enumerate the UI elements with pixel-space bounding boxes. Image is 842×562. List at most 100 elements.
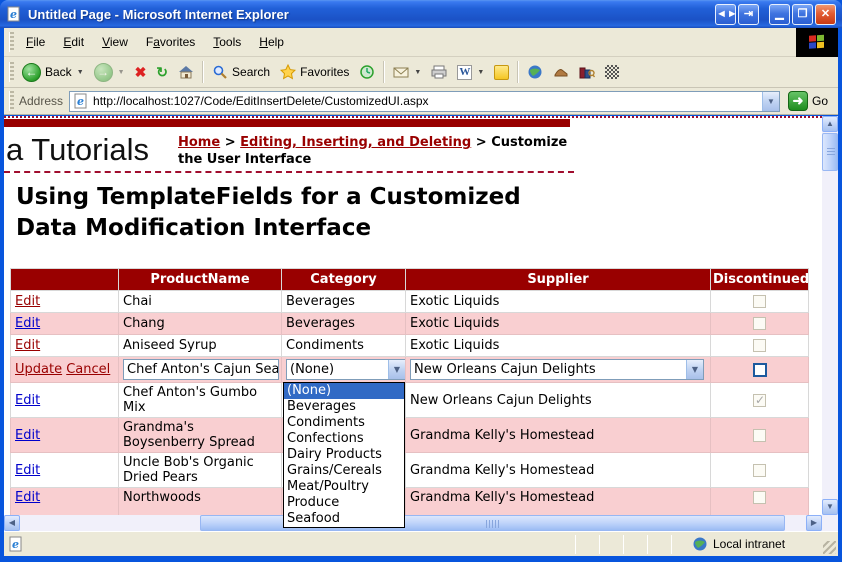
scroll-up-button[interactable]: ▲ bbox=[822, 116, 838, 132]
header-productname: ProductName bbox=[119, 269, 282, 291]
tile-window-button[interactable]: ◄► bbox=[715, 4, 736, 25]
header-category: Category bbox=[282, 269, 406, 291]
messenger-button[interactable] bbox=[489, 62, 514, 83]
back-dropdown-icon[interactable]: ▼ bbox=[77, 69, 84, 76]
supplier-select-value: New Orleans Cajun Delights bbox=[411, 362, 686, 377]
scroll-right-button[interactable]: ▶ bbox=[806, 515, 822, 531]
status-pane bbox=[600, 535, 623, 554]
category-select-dropdown-icon[interactable]: ▼ bbox=[388, 360, 405, 379]
menu-view[interactable]: View bbox=[93, 31, 137, 53]
address-bar: Address e http://localhost:1027/Code/Edi… bbox=[4, 88, 838, 115]
address-url: http://localhost:1027/Code/EditInsertDel… bbox=[93, 94, 762, 108]
favorites-button[interactable]: Favorites bbox=[275, 61, 354, 83]
title-bar: e Untitled Page - Microsoft Internet Exp… bbox=[0, 0, 842, 28]
dropdown-option[interactable]: Condiments bbox=[284, 415, 404, 431]
dropdown-option[interactable]: (None) bbox=[284, 383, 404, 399]
mail-dropdown-icon[interactable]: ▼ bbox=[414, 69, 421, 76]
web-discussion-button[interactable] bbox=[522, 61, 548, 83]
close-button[interactable]: ✕ bbox=[815, 4, 836, 25]
dropdown-option[interactable]: Produce bbox=[284, 495, 404, 511]
back-button[interactable]: ← Back ▼ bbox=[17, 60, 89, 85]
dropdown-option[interactable]: Confections bbox=[284, 431, 404, 447]
edit-with-word-button[interactable]: W ▼ bbox=[452, 62, 489, 83]
dropdown-option[interactable]: Seafood bbox=[284, 511, 404, 527]
header-discontinued: Discontinued bbox=[711, 269, 809, 291]
breadcrumb-section-link[interactable]: Editing, Inserting, and Deleting bbox=[240, 135, 471, 150]
toolbar-separator bbox=[383, 61, 385, 83]
supplier-cell: Exotic Liquids bbox=[406, 291, 711, 313]
security-zone-label: Local intranet bbox=[713, 537, 785, 551]
go-button[interactable]: ➜ Go bbox=[780, 91, 836, 111]
category-cell: Condiments bbox=[282, 335, 406, 357]
home-icon bbox=[178, 64, 194, 80]
product-cell: Grandma's Boysenberry Spread bbox=[119, 418, 282, 453]
table-row: Edit Grandma's Boysenberry Spread Grandm… bbox=[11, 418, 809, 453]
maximize-button[interactable]: ❐ bbox=[792, 4, 813, 25]
edit-link[interactable]: Edit bbox=[15, 338, 40, 353]
edit-link[interactable]: Edit bbox=[15, 428, 40, 443]
menu-file[interactable]: File bbox=[17, 31, 54, 53]
edit-link[interactable]: Edit bbox=[15, 393, 40, 408]
print-button[interactable] bbox=[426, 61, 452, 83]
messenger-blocks-button[interactable] bbox=[600, 62, 624, 82]
menu-favorites[interactable]: Favorites bbox=[137, 31, 204, 53]
edit-dropdown-icon[interactable]: ▼ bbox=[477, 69, 484, 76]
standard-toolbar: ← Back ▼ → ▼ ✖ ↻ Search bbox=[4, 57, 838, 88]
top-dotted-rule bbox=[4, 116, 822, 118]
mail-button[interactable]: ▼ bbox=[388, 61, 426, 83]
resize-grip[interactable] bbox=[823, 541, 836, 554]
dropdown-option[interactable]: Beverages bbox=[284, 399, 404, 415]
menu-edit[interactable]: Edit bbox=[54, 31, 93, 53]
cancel-link[interactable]: Cancel bbox=[66, 362, 110, 377]
forward-button[interactable]: → ▼ bbox=[89, 60, 130, 85]
vertical-scrollbar-thumb[interactable] bbox=[822, 133, 838, 171]
forward-icon: → bbox=[94, 63, 113, 82]
supplier-select[interactable]: New Orleans Cajun Delights ▼ bbox=[410, 359, 704, 380]
supplier-cell: New Orleans Cajun Delights bbox=[406, 383, 711, 418]
edit-link[interactable]: Edit bbox=[15, 294, 40, 309]
dropdown-option[interactable]: Dairy Products bbox=[284, 447, 404, 463]
scroll-down-button[interactable]: ▼ bbox=[822, 499, 838, 515]
menu-help[interactable]: Help bbox=[250, 31, 293, 53]
address-grip[interactable] bbox=[9, 91, 14, 111]
search-button[interactable]: Search bbox=[207, 61, 275, 83]
supplier-cell: Grandma Kelly's Homestead bbox=[406, 453, 711, 488]
edit-link[interactable]: Edit bbox=[15, 463, 40, 478]
toolbar-grip[interactable] bbox=[9, 62, 14, 82]
address-dropdown-button[interactable]: ▼ bbox=[762, 92, 779, 111]
edit-link[interactable]: Edit bbox=[15, 316, 40, 331]
browser-window: e Untitled Page - Microsoft Internet Exp… bbox=[0, 0, 842, 562]
breadcrumb-home-link[interactable]: Home bbox=[178, 135, 220, 150]
toolbar-separator bbox=[517, 61, 519, 83]
search-icon bbox=[212, 64, 228, 80]
supplier-select-dropdown-icon[interactable]: ▼ bbox=[686, 360, 703, 379]
print-icon bbox=[431, 64, 447, 80]
scroll-left-button[interactable]: ◀ bbox=[4, 515, 20, 531]
dropdown-option[interactable]: Grains/Cereals bbox=[284, 463, 404, 479]
history-button[interactable] bbox=[354, 61, 380, 83]
discontinued-checkbox[interactable] bbox=[753, 363, 767, 377]
address-input[interactable]: e http://localhost:1027/Code/EditInsertD… bbox=[69, 91, 780, 112]
product-cell: Chang bbox=[119, 313, 282, 335]
search-label: Search bbox=[232, 65, 270, 79]
menu-tools[interactable]: Tools bbox=[204, 31, 250, 53]
popout-window-button[interactable]: ⇥ bbox=[738, 4, 759, 25]
category-select-value: (None) bbox=[287, 362, 388, 377]
horizontal-scrollbar[interactable]: ◀ ▶ bbox=[4, 515, 822, 531]
shopping-tool-button[interactable] bbox=[548, 61, 574, 83]
refresh-button[interactable]: ↻ bbox=[151, 62, 173, 82]
site-title: a Tutorials bbox=[6, 132, 149, 168]
home-button[interactable] bbox=[173, 61, 199, 83]
address-label: Address bbox=[19, 94, 63, 108]
category-select[interactable]: (None) ▼ bbox=[286, 359, 406, 380]
edit-link[interactable]: Edit bbox=[15, 490, 40, 505]
dropdown-option[interactable]: Meat/Poultry bbox=[284, 479, 404, 495]
productname-textbox[interactable]: Chef Anton's Cajun Sea bbox=[123, 359, 279, 380]
minimize-button[interactable]: ▁ bbox=[769, 4, 790, 25]
windows-flag-throbber bbox=[796, 28, 838, 57]
update-link[interactable]: Update bbox=[15, 362, 62, 377]
stop-button[interactable]: ✖ bbox=[130, 62, 152, 82]
vertical-scrollbar[interactable]: ▲ ▼ bbox=[822, 116, 838, 515]
menu-grip[interactable] bbox=[9, 32, 14, 52]
research-button[interactable] bbox=[574, 61, 600, 83]
